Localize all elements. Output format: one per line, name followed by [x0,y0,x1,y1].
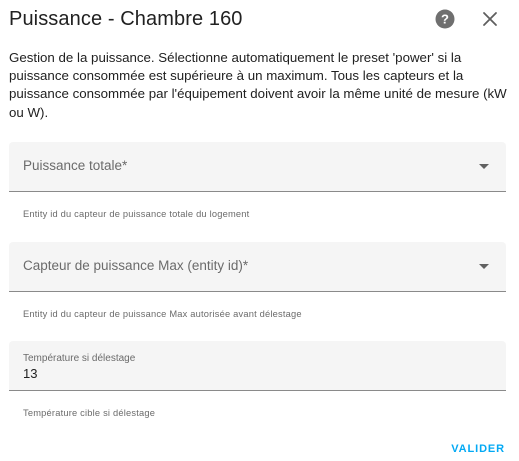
dialog-description: Gestion de la puissance. Sélectionne aut… [9,50,507,120]
max-power-sensor-helper: Entity id du capteur de puissance Max au… [23,309,302,319]
shedding-temp-value[interactable]: 13 [23,366,37,381]
power-sensor-helper: Entity id du capteur de puissance totale… [23,209,250,219]
chevron-down-icon[interactable] [479,164,489,169]
dialog-title: Puissance - Chambre 160 [9,8,243,30]
submit-button[interactable]: VALIDER [451,443,505,455]
max-power-sensor-label: Capteur de puissance Max (entity id)* [23,258,249,273]
power-sensor-select[interactable]: Puissance totale* [9,142,506,192]
svg-text:?: ? [441,12,449,27]
shedding-temp-label: Température si délestage [23,353,136,364]
chevron-down-icon[interactable] [479,264,489,269]
shedding-temp-helper: Température cible si délestage [23,408,156,418]
power-sensor-label: Puissance totale* [23,158,128,173]
help-circle-icon[interactable]: ? [435,9,455,29]
close-icon[interactable] [482,11,498,27]
max-power-sensor-select[interactable]: Capteur de puissance Max (entity id)* [9,242,506,292]
power-config-dialog: Puissance - Chambre 160 ? Gestion de la … [0,0,519,461]
shedding-temp-input[interactable]: Température si délestage 13 [9,341,506,391]
